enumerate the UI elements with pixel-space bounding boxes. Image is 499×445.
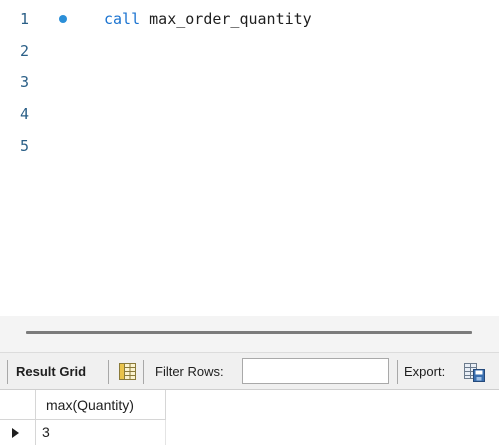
result-grid-tab[interactable]: Result Grid <box>16 364 86 380</box>
sql-identifier: max_order_quantity <box>140 10 312 28</box>
sql-keyword: call <box>104 10 141 28</box>
export-label: Export: <box>404 364 446 379</box>
editor-line-4[interactable]: 4 <box>0 103 499 125</box>
sql-editor[interactable]: 1 call max_order_quantity 2 3 4 5 <box>0 0 499 316</box>
filter-rows-label: Filter Rows: <box>155 364 224 379</box>
line-number: 5 <box>20 137 30 155</box>
editor-line-2[interactable]: 2 <box>0 40 499 62</box>
grid-layout-icon[interactable] <box>118 362 137 381</box>
editor-line-5[interactable]: 5 <box>0 135 499 157</box>
panel-splitter[interactable] <box>0 316 499 352</box>
grid-corner[interactable] <box>0 390 36 420</box>
line-number: 3 <box>20 73 30 91</box>
toolbar-separator <box>397 360 398 384</box>
export-table-icon[interactable] <box>463 361 485 383</box>
toolbar-separator <box>7 360 8 384</box>
table-cell[interactable]: 3 <box>36 420 166 445</box>
workbench-query-tab: 1 call max_order_quantity 2 3 4 5 Result… <box>0 0 499 445</box>
line-number: 1 <box>20 10 30 28</box>
editor-line-3[interactable]: 3 <box>0 71 499 93</box>
line-number: 2 <box>20 42 30 60</box>
result-toolbar: Result Grid Filter Rows: Export: <box>0 352 499 390</box>
result-grid: max(Quantity) 3 <box>0 390 499 445</box>
current-row-arrow-icon <box>12 428 19 438</box>
line-number: 4 <box>20 105 30 123</box>
splitter-handle[interactable] <box>26 331 472 334</box>
filter-rows-input[interactable] <box>242 358 389 384</box>
code-text[interactable]: call max_order_quantity <box>104 8 312 30</box>
table-row-selector[interactable] <box>0 420 36 445</box>
column-header-max-quantity[interactable]: max(Quantity) <box>36 390 166 420</box>
statement-marker-icon <box>59 15 67 23</box>
editor-line-1[interactable]: 1 call max_order_quantity <box>0 8 499 30</box>
toolbar-separator <box>143 360 144 384</box>
toolbar-separator <box>108 360 109 384</box>
